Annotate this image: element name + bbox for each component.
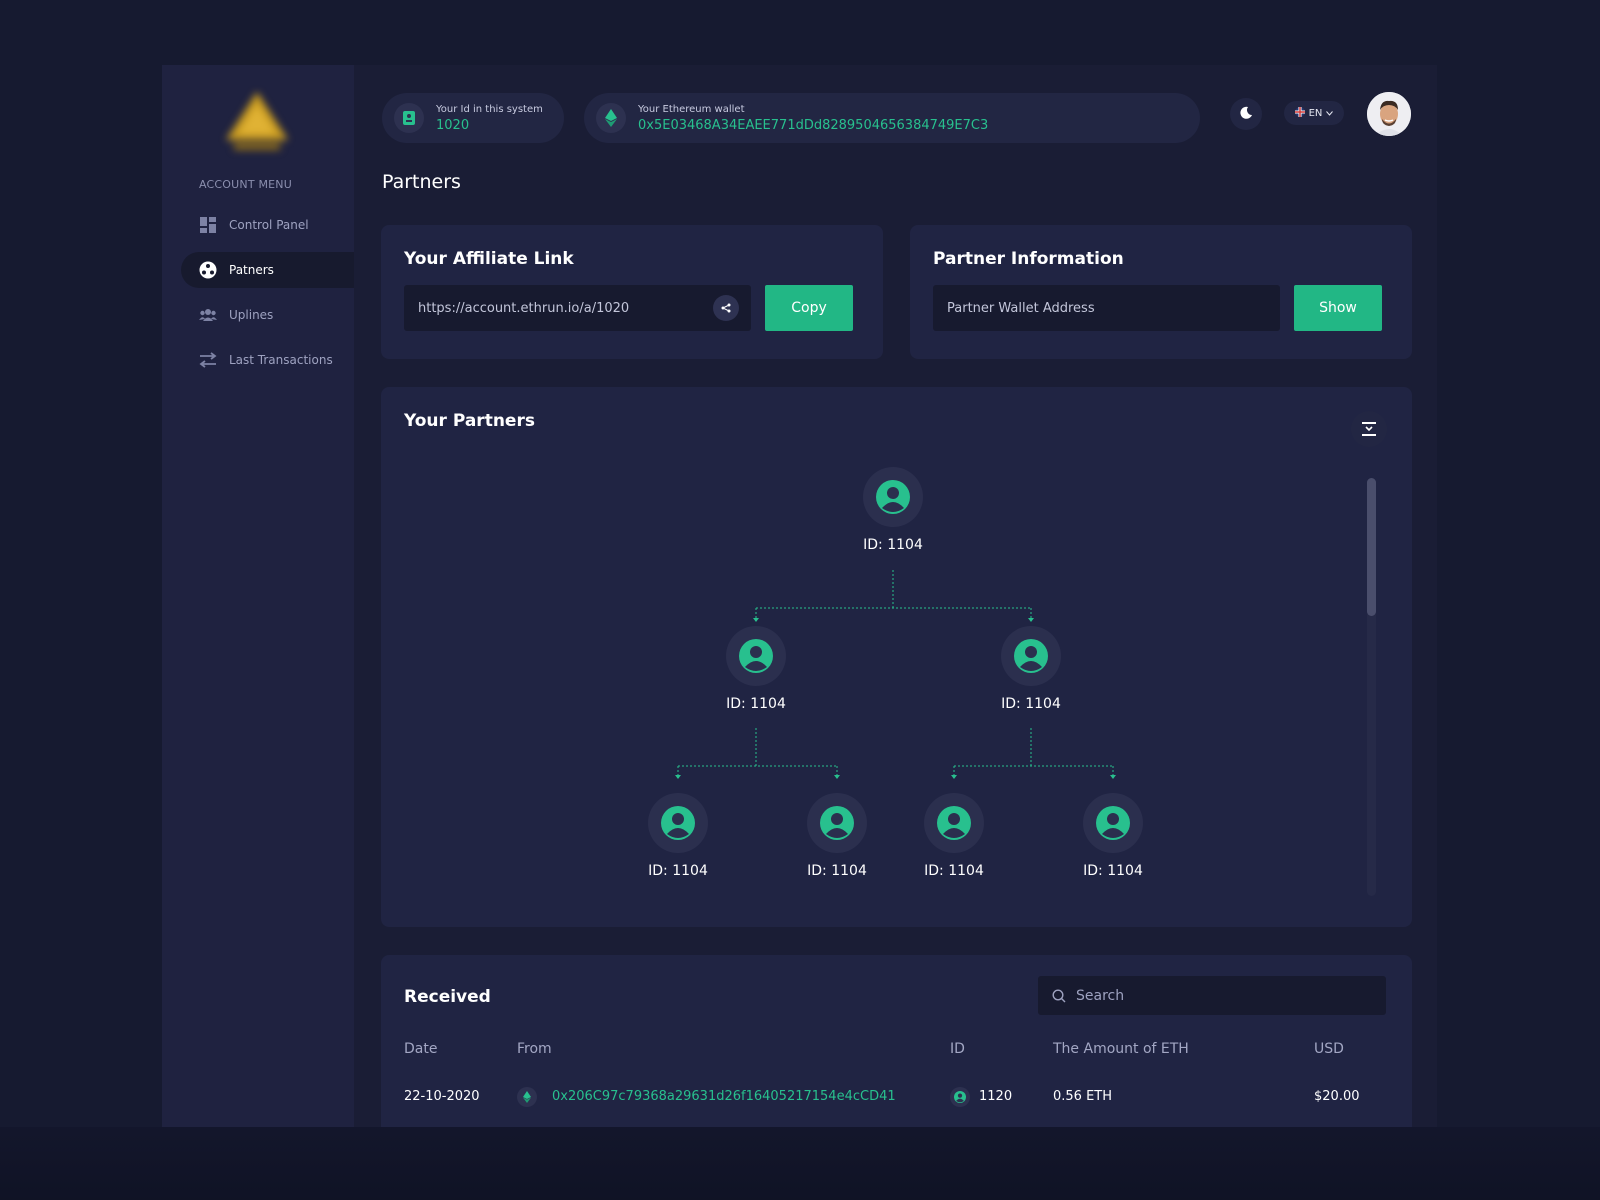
search-icon: [1052, 988, 1066, 1003]
copy-button[interactable]: Copy: [765, 285, 853, 331]
partner-node-label: ID: 1104: [1001, 696, 1061, 712]
wallet-pill: Your Ethereum wallet 0x5E03468A34EAEE771…: [584, 93, 1200, 143]
share-button[interactable]: [713, 295, 739, 321]
partner-node-l2-1[interactable]: ID: 1104: [638, 793, 718, 883]
partner-node-l2-3[interactable]: ID: 1104: [914, 793, 994, 883]
user-id-label: Your Id in this system: [436, 103, 543, 115]
row-id: 1120: [979, 1089, 1013, 1104]
dashboard-icon: [199, 216, 217, 234]
sidebar-item-label: Last Transactions: [229, 353, 333, 367]
partner-node-label: ID: 1104: [924, 863, 984, 879]
sidebar-item-last-transactions[interactable]: Last Transactions: [181, 342, 354, 378]
transfer-icon: [199, 351, 217, 369]
brand-logo: [226, 92, 288, 150]
partner-wallet-placeholder: Partner Wallet Address: [947, 300, 1095, 316]
window-reflection: [0, 1127, 1600, 1200]
user-icon: [924, 793, 984, 853]
user-icon: [950, 1087, 970, 1107]
row-usd-amount: $20.00: [1314, 1089, 1360, 1104]
sidebar: ACCOUNT MENU Control Panel Patners Uplin…: [162, 65, 354, 1127]
chevron-down-icon: [1326, 108, 1334, 119]
partner-node-label: ID: 1104: [648, 863, 708, 879]
dark-mode-toggle[interactable]: [1230, 98, 1262, 130]
wallet-address[interactable]: 0x5E03468A34EAEE771dDd8289504656384749E7…: [638, 118, 988, 133]
search-placeholder: Search: [1076, 987, 1125, 1004]
row-eth-amount: 0.56 ETH: [1053, 1089, 1113, 1104]
user-icon: [1001, 626, 1061, 686]
sidebar-item-uplines[interactable]: Uplines: [181, 297, 354, 333]
collapse-tree-button[interactable]: [1351, 411, 1387, 447]
ethereum-icon: [517, 1087, 537, 1107]
partner-node-label: ID: 1104: [807, 863, 867, 879]
user-avatar[interactable]: [1367, 92, 1411, 136]
partner-info-title: Partner Information: [933, 249, 1124, 269]
partner-node-l1-right[interactable]: ID: 1104: [991, 626, 1071, 716]
user-id-pill: Your Id in this system 1020: [382, 93, 564, 143]
user-icon: [863, 467, 923, 527]
users-icon: [199, 306, 217, 324]
id-card-icon: [394, 103, 424, 133]
app-window: ACCOUNT MENU Control Panel Patners Uplin…: [162, 65, 1437, 1127]
affiliate-link-field[interactable]: https://account.ethrun.io/a/1020: [404, 285, 751, 331]
partner-node-root[interactable]: ID: 1104: [853, 467, 933, 557]
wallet-label: Your Ethereum wallet: [638, 103, 745, 115]
column-header-from[interactable]: From: [517, 1041, 552, 1057]
partner-node-l1-left[interactable]: ID: 1104: [716, 626, 796, 716]
network-icon: [199, 261, 217, 279]
row-date: 22-10-2020: [404, 1089, 480, 1104]
partners-card-title: Your Partners: [404, 411, 535, 431]
sidebar-item-control-panel[interactable]: Control Panel: [181, 207, 354, 243]
column-header-date[interactable]: Date: [404, 1041, 437, 1057]
partner-node-label: ID: 1104: [1083, 863, 1143, 879]
show-button[interactable]: Show: [1294, 285, 1382, 331]
affiliate-link-card: Your Affiliate Link https://account.ethr…: [381, 225, 883, 359]
column-header-eth[interactable]: The Amount of ETH: [1053, 1041, 1189, 1057]
share-icon: [721, 303, 731, 313]
user-icon: [807, 793, 867, 853]
affiliate-card-title: Your Affiliate Link: [404, 249, 574, 269]
sidebar-item-patners[interactable]: Patners: [181, 252, 354, 288]
language-label: EN: [1308, 107, 1323, 119]
uk-flag-icon: [1294, 106, 1305, 120]
sidebar-item-label: Control Panel: [229, 218, 309, 232]
collapse-icon: [1362, 422, 1376, 436]
column-header-id[interactable]: ID: [950, 1041, 965, 1057]
column-header-usd[interactable]: USD: [1314, 1041, 1344, 1057]
page-title: Partners: [382, 171, 461, 193]
partner-info-card: Partner Information Partner Wallet Addre…: [910, 225, 1412, 359]
affiliate-link-value: https://account.ethrun.io/a/1020: [418, 300, 630, 316]
partner-node-label: ID: 1104: [726, 696, 786, 712]
sidebar-item-label: Patners: [229, 263, 274, 277]
received-search-input[interactable]: Search: [1038, 976, 1386, 1015]
sidebar-item-label: Uplines: [229, 308, 274, 322]
partner-node-l2-2[interactable]: ID: 1104: [797, 793, 877, 883]
user-icon: [648, 793, 708, 853]
moon-icon: [1239, 105, 1253, 124]
received-card-title: Received: [404, 987, 491, 1007]
partner-node-l2-4[interactable]: ID: 1104: [1073, 793, 1153, 883]
user-id-value: 1020: [436, 117, 470, 133]
partner-node-label: ID: 1104: [863, 537, 923, 553]
menu-title: ACCOUNT MENU: [199, 178, 292, 191]
language-selector[interactable]: EN: [1284, 101, 1344, 125]
tree-scrollbar-thumb[interactable]: [1367, 478, 1376, 616]
ethereum-icon: [596, 103, 626, 133]
row-from-address[interactable]: 0x206C97c79368a29631d26f16405217154e4cCD…: [552, 1089, 896, 1104]
user-icon: [1083, 793, 1143, 853]
user-icon: [726, 626, 786, 686]
partner-wallet-input[interactable]: Partner Wallet Address: [933, 285, 1280, 331]
